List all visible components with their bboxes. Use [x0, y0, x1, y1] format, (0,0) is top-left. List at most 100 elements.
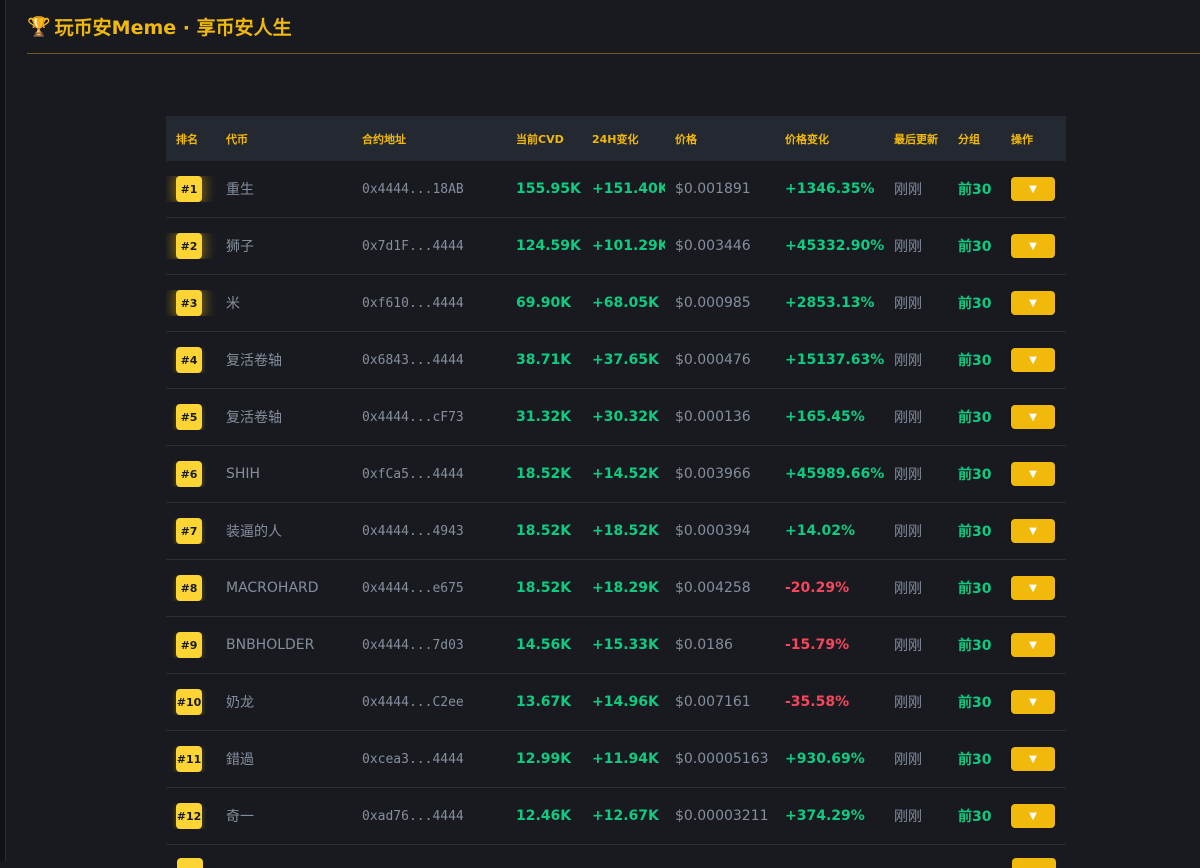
- col-header-action: 操作: [1011, 132, 1033, 146]
- cell-updated: 刚刚: [884, 578, 948, 598]
- action-button[interactable]: ▼: [1011, 519, 1055, 543]
- action-button-partial[interactable]: [1012, 858, 1056, 868]
- contract-address[interactable]: 0xfCa5...4444: [362, 467, 464, 482]
- change-24h-value: +14.96K: [592, 694, 659, 710]
- rank-badge: #6: [176, 461, 202, 487]
- cell-cvd: 38.71K: [506, 352, 582, 368]
- cvd-value: 155.95K: [516, 181, 581, 197]
- cell-price: $0.004258: [665, 580, 775, 596]
- table-row: #3 米 0xf610...4444 69.90K +68.05K $0.000985 +2…: [166, 275, 1066, 332]
- col-header-address[interactable]: 合约地址: [352, 131, 506, 147]
- cell-action: ▼: [1001, 405, 1066, 429]
- token-name: 复活卷轴: [226, 410, 282, 426]
- table-row: #12 奇一 0xad76...4444 12.46K +12.67K $0.000032…: [166, 788, 1066, 845]
- cell-action: ▼: [1001, 804, 1066, 828]
- action-button[interactable]: ▼: [1011, 348, 1055, 372]
- page-header: 🏆 玩币安Meme · 享币安人生: [27, 0, 1200, 54]
- cell-change24h: +151.40K: [582, 181, 665, 197]
- cvd-value: 31.32K: [516, 409, 572, 425]
- action-button[interactable]: ▼: [1011, 804, 1055, 828]
- cell-token: 复活卷轴: [216, 350, 352, 370]
- trophy-icon: 🏆: [27, 16, 51, 38]
- col-header-token[interactable]: 代币: [216, 131, 352, 147]
- price-value: $0.000136: [675, 409, 751, 425]
- left-panel-edge: [0, 0, 6, 861]
- cell-price: $0.000985: [665, 295, 775, 311]
- cell-group: 前30: [948, 464, 1001, 484]
- action-button[interactable]: ▼: [1011, 690, 1055, 714]
- token-name: 狮子: [226, 239, 254, 255]
- contract-address[interactable]: 0x4444...cF73: [362, 410, 464, 425]
- cvd-value: 69.90K: [516, 295, 572, 311]
- contract-address[interactable]: 0x4444...C2ee: [362, 695, 464, 710]
- cell-price_change: +374.29%: [775, 808, 884, 824]
- group-value: 前30: [958, 353, 992, 369]
- col-header-rank[interactable]: 排名: [166, 131, 216, 147]
- cell-token: 装逼的人: [216, 521, 352, 541]
- action-button[interactable]: ▼: [1011, 405, 1055, 429]
- action-button[interactable]: ▼: [1011, 633, 1055, 657]
- cell-token: MACROHARD: [216, 580, 352, 596]
- price-value: $0.003966: [675, 466, 751, 482]
- contract-address[interactable]: 0x4444...7d03: [362, 638, 464, 653]
- col-header-group[interactable]: 分组: [948, 131, 1001, 147]
- col-header-change24h[interactable]: 24H变化: [582, 131, 665, 147]
- updated-value: 刚刚: [894, 524, 922, 540]
- contract-address[interactable]: 0x7d1F...4444: [362, 239, 464, 254]
- cell-group: 前30: [948, 179, 1001, 199]
- cvd-value: 124.59K: [516, 238, 581, 254]
- cvd-value: 18.52K: [516, 580, 572, 596]
- contract-address[interactable]: 0xf610...4444: [362, 296, 464, 311]
- updated-value: 刚刚: [894, 296, 922, 312]
- action-button[interactable]: ▼: [1011, 576, 1055, 600]
- action-button[interactable]: ▼: [1011, 747, 1055, 771]
- cell-token: 奇一: [216, 806, 352, 826]
- price-value: $0.007161: [675, 694, 751, 710]
- cell-price_change: -35.58%: [775, 694, 884, 710]
- table-row: #4 复活卷轴 0x6843...4444 38.71K +37.65K $0.00047…: [166, 332, 1066, 389]
- cell-price: $0.001891: [665, 181, 775, 197]
- cell-address: 0xfCa5...4444: [352, 466, 506, 482]
- cell-rank: #6: [166, 461, 216, 487]
- cell-updated: 刚刚: [884, 806, 948, 826]
- cell-price_change: +165.45%: [775, 409, 884, 425]
- cell-price: $0.000476: [665, 352, 775, 368]
- cell-price_change: +1346.35%: [775, 181, 884, 197]
- contract-address[interactable]: 0xcea3...4444: [362, 752, 464, 767]
- price-value: $0.000985: [675, 295, 751, 311]
- token-name: 米: [226, 296, 240, 312]
- cell-change24h: +14.96K: [582, 694, 665, 710]
- group-value: 前30: [958, 182, 992, 198]
- rank-badge: #7: [176, 518, 202, 544]
- cell-change24h: +37.65K: [582, 352, 665, 368]
- cell-token: BNBHOLDER: [216, 637, 352, 653]
- cell-change24h: +18.29K: [582, 580, 665, 596]
- group-value: 前30: [958, 752, 992, 768]
- contract-address[interactable]: 0x4444...4943: [362, 524, 464, 539]
- cell-address: 0xf610...4444: [352, 295, 506, 311]
- col-header-updated[interactable]: 最后更新: [884, 131, 948, 147]
- col-header-price[interactable]: 价格: [665, 131, 775, 147]
- group-value: 前30: [958, 581, 992, 597]
- contract-address[interactable]: 0x4444...e675: [362, 581, 464, 596]
- cell-action: ▼: [1001, 690, 1066, 714]
- cell-rank: #4: [166, 347, 216, 373]
- action-button[interactable]: ▼: [1011, 291, 1055, 315]
- action-button[interactable]: ▼: [1011, 234, 1055, 258]
- contract-address[interactable]: 0x4444...18AB: [362, 182, 464, 197]
- token-name: BNBHOLDER: [226, 637, 315, 653]
- cell-address: 0x4444...C2ee: [352, 694, 506, 710]
- action-button[interactable]: ▼: [1011, 177, 1055, 201]
- cell-price: $0.000394: [665, 523, 775, 539]
- col-header-cvd[interactable]: 当前CVD: [506, 131, 582, 147]
- token-name: 装逼的人: [226, 524, 282, 540]
- cell-action: ▼: [1001, 633, 1066, 657]
- page-title: 玩币安Meme · 享币安人生: [54, 17, 292, 39]
- token-name: MACROHARD: [226, 580, 319, 596]
- cell-group: 前30: [948, 806, 1001, 826]
- col-header-price-change[interactable]: 价格变化: [775, 131, 884, 147]
- contract-address[interactable]: 0xad76...4444: [362, 809, 464, 824]
- action-button[interactable]: ▼: [1011, 462, 1055, 486]
- cell-group: 前30: [948, 692, 1001, 712]
- contract-address[interactable]: 0x6843...4444: [362, 353, 464, 368]
